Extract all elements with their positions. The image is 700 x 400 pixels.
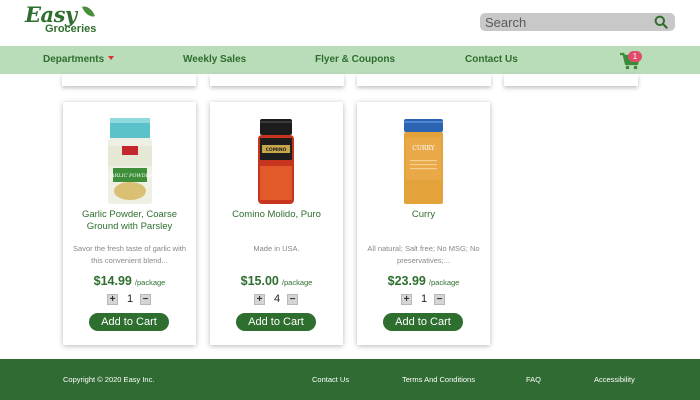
- add-to-cart-button[interactable]: Add to Cart: [383, 313, 463, 331]
- footer-link-faq[interactable]: FAQ: [526, 359, 541, 400]
- quantity-value: 4: [273, 293, 281, 305]
- header: Easy Groceries: [0, 0, 700, 46]
- search-input[interactable]: [480, 13, 650, 31]
- jar-label-text: COMINO: [266, 147, 287, 153]
- product-card-partial: [210, 74, 344, 86]
- caret-down-icon: [108, 56, 115, 61]
- search-icon[interactable]: [654, 15, 668, 29]
- price-unit: /package: [281, 278, 313, 287]
- price-unit: /package: [428, 278, 460, 287]
- footer-link-contact[interactable]: Contact Us: [312, 359, 349, 400]
- increase-quantity-button[interactable]: +: [401, 294, 412, 305]
- nav-contact-us[interactable]: Contact Us: [465, 46, 518, 74]
- product-description: Made in USA.: [253, 244, 300, 253]
- footer: Copyright © 2020 Easy Inc. Contact Us Te…: [0, 359, 700, 400]
- nav-flyer-coupons[interactable]: Flyer & Coupons: [315, 46, 395, 74]
- product-name[interactable]: Curry: [363, 209, 484, 221]
- add-to-cart-button[interactable]: Add to Cart: [89, 313, 169, 331]
- quantity-stepper: + 1 −: [357, 293, 490, 307]
- increase-quantity-button[interactable]: +: [254, 294, 265, 305]
- copyright-text: Copyright © 2020 Easy Inc.: [63, 375, 155, 384]
- nav-departments[interactable]: Departments: [43, 46, 115, 74]
- quantity-stepper: + 4 −: [210, 293, 343, 307]
- decrease-quantity-button[interactable]: −: [287, 294, 298, 305]
- logo-text-groceries: Groceries: [45, 23, 97, 35]
- product-card: CURRY Curry All natural; Salt free; No M…: [357, 102, 490, 345]
- search-bar: [480, 13, 675, 31]
- product-card-partial: [62, 74, 196, 86]
- main-nav: Departments Weekly Sales Flyer & Coupons…: [0, 46, 700, 74]
- quantity-stepper: + 1 −: [63, 293, 196, 307]
- footer-link-accessibility[interactable]: Accessibility: [594, 359, 635, 400]
- product-description: All natural; Salt free; No MSG; No prese…: [367, 244, 480, 265]
- nav-departments-label: Departments: [43, 54, 105, 65]
- footer-link-terms[interactable]: Terms And Conditions: [402, 359, 475, 400]
- product-name[interactable]: Comino Molido, Puro: [216, 209, 337, 221]
- jar-label-text: CURRY: [412, 145, 435, 152]
- price-row: $15.00/package: [210, 272, 343, 290]
- product-price: $15.00: [240, 274, 279, 288]
- leaf-icon: [82, 3, 95, 20]
- product-price: $14.99: [93, 274, 132, 288]
- product-image[interactable]: CURRY: [357, 116, 490, 208]
- product-image[interactable]: COMINO: [210, 116, 343, 208]
- logo[interactable]: Easy Groceries: [25, 2, 105, 40]
- nav-weekly-sales[interactable]: Weekly Sales: [183, 46, 246, 74]
- add-to-cart-button[interactable]: Add to Cart: [236, 313, 316, 331]
- price-row: $14.99/package: [63, 272, 196, 290]
- product-image[interactable]: GARLIC POWDER: [63, 116, 196, 208]
- decrease-quantity-button[interactable]: −: [140, 294, 151, 305]
- product-card-partial: [504, 74, 638, 86]
- product-price: $23.99: [387, 274, 426, 288]
- product-name[interactable]: Garlic Powder, Coarse Ground with Parsle…: [69, 209, 190, 233]
- quantity-value: 1: [126, 293, 134, 305]
- increase-quantity-button[interactable]: +: [107, 294, 118, 305]
- price-unit: /package: [134, 278, 166, 287]
- decrease-quantity-button[interactable]: −: [434, 294, 445, 305]
- product-card-partial: [357, 74, 491, 86]
- jar-label-text: GARLIC POWDER: [107, 173, 153, 179]
- product-card: GARLIC POWDER Garlic Powder, Coarse Grou…: [63, 102, 196, 345]
- price-row: $23.99/package: [357, 272, 490, 290]
- product-card: COMINO Comino Molido, Puro Made in USA. …: [210, 102, 343, 345]
- cart-count-badge: 1: [628, 51, 642, 62]
- quantity-value: 1: [420, 293, 428, 305]
- product-description: Savor the fresh taste of garlic with thi…: [73, 244, 186, 265]
